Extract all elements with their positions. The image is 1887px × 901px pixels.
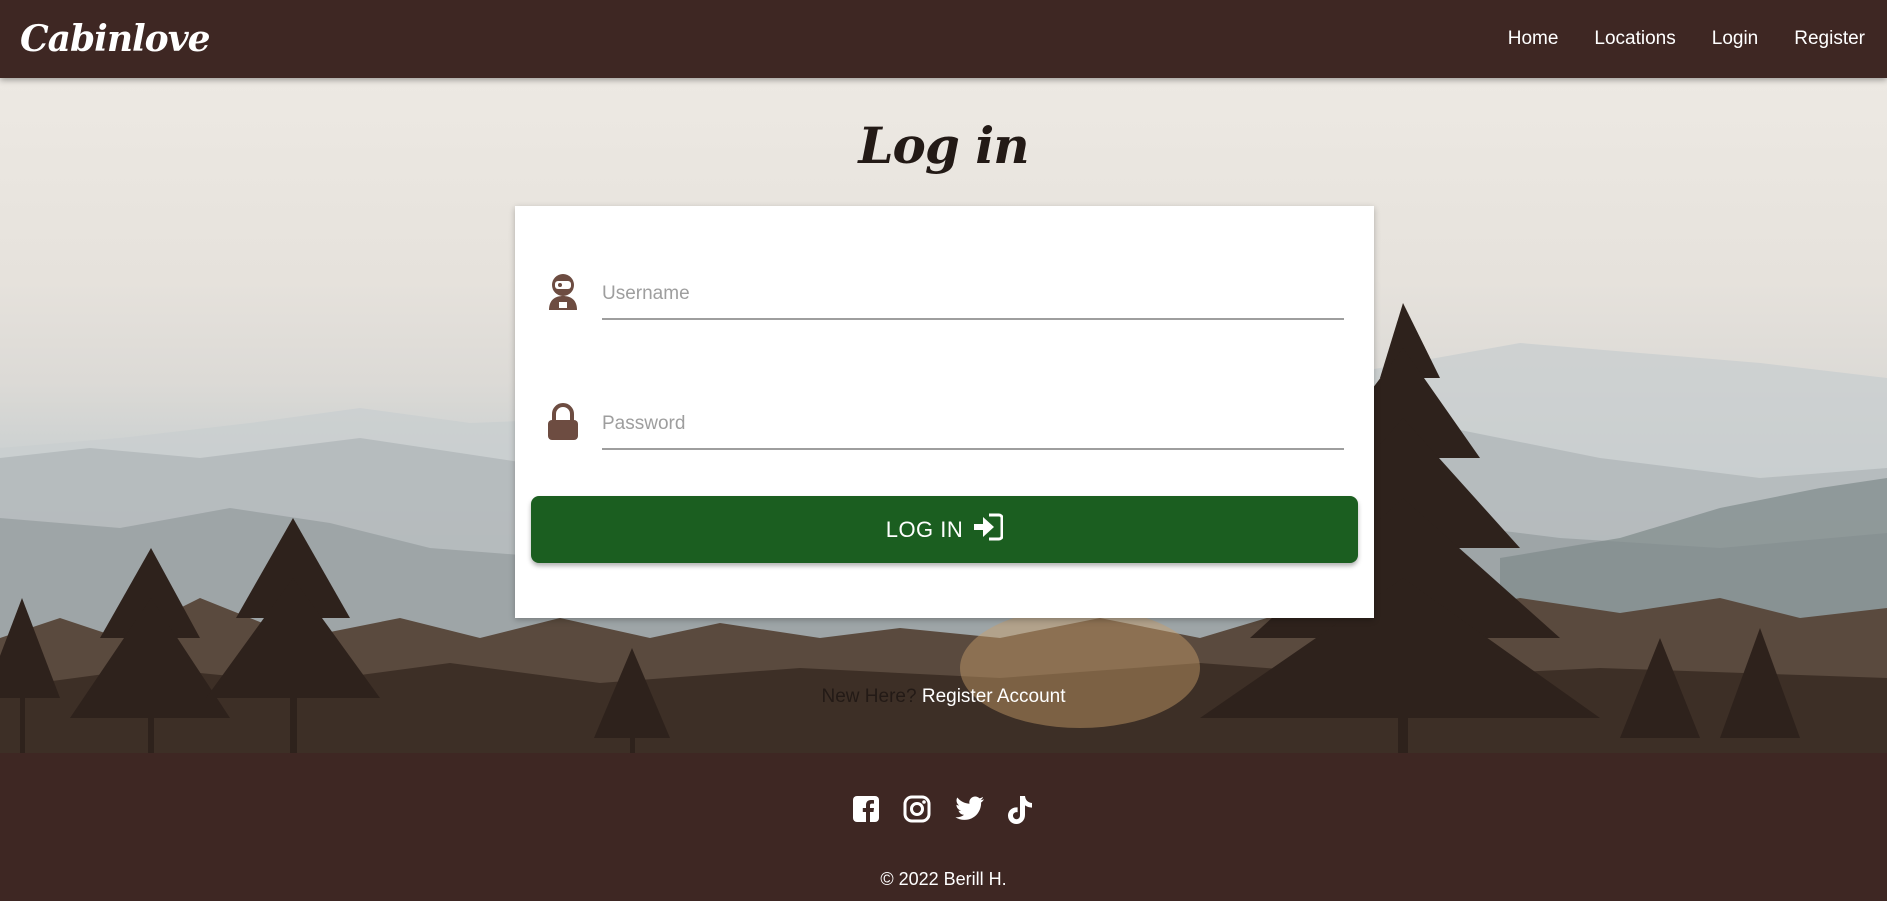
nav-links: Home Locations Login Register xyxy=(1490,28,1883,50)
sign-in-icon xyxy=(973,513,1004,547)
username-underline xyxy=(602,318,1344,320)
lock-icon xyxy=(545,402,581,442)
password-input[interactable] xyxy=(602,406,1344,442)
login-button[interactable]: LOG IN xyxy=(531,496,1358,563)
register-prompt: New Here? Register Account xyxy=(0,686,1887,708)
brand-logo[interactable]: Cabinlove xyxy=(20,18,211,60)
social-links xyxy=(0,795,1887,825)
nav-item-login[interactable]: Login xyxy=(1694,28,1777,50)
nav-item-locations[interactable]: Locations xyxy=(1576,28,1693,50)
navbar: Cabinlove Home Locations Login Register xyxy=(0,0,1887,78)
password-underline xyxy=(602,448,1344,450)
twitter-icon[interactable] xyxy=(954,795,985,825)
nav-item-home[interactable]: Home xyxy=(1490,28,1577,50)
login-button-label: LOG IN xyxy=(885,516,964,542)
nav-item-register[interactable]: Register xyxy=(1776,28,1883,50)
footer: © 2022 Berill H. xyxy=(0,753,1887,901)
facebook-icon[interactable] xyxy=(851,795,881,825)
user-astronaut-icon xyxy=(545,272,581,312)
password-field xyxy=(515,388,1374,450)
copyright-text: © 2022 Berill H. xyxy=(880,869,1007,889)
tiktok-icon[interactable] xyxy=(1007,795,1037,825)
username-input[interactable] xyxy=(602,276,1344,312)
instagram-icon[interactable] xyxy=(903,795,933,825)
username-field xyxy=(515,258,1374,320)
page-title: Log in xyxy=(858,116,1029,175)
login-card: LOG IN xyxy=(515,206,1374,618)
register-account-link[interactable]: Register Account xyxy=(922,686,1066,707)
register-question: New Here? xyxy=(821,686,917,707)
